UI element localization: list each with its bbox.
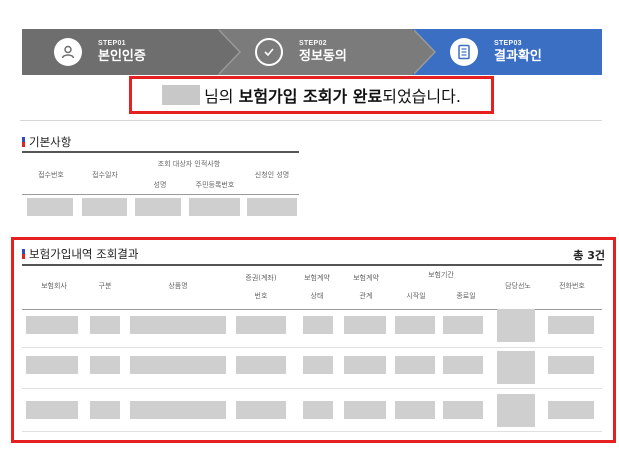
step-label: 결과확인 [494,48,542,64]
masked-cell [26,316,78,334]
masked-cell [189,198,240,216]
document-icon [450,38,478,66]
divider [20,120,602,121]
col-relation: 보험계약 [353,274,379,282]
masked-cell [395,356,435,374]
col-type: 구분 [98,282,112,290]
col-name: 성명 [153,181,167,189]
col-phone: 전화번호 [559,282,585,290]
section-title-text: 기본사항 [29,135,72,149]
col-id-no: 주민등록번호 [195,181,235,189]
masked-cell [130,316,226,334]
col-start-date: 시작일 [406,292,426,300]
person-icon [54,38,82,66]
col-policy-no-2: 번호 [254,292,268,300]
col-end-date: 종료일 [456,292,476,300]
col-status: 보험계약 [304,274,330,282]
col-receipt-date: 접수일자 [92,171,118,179]
headline-bold: 보험가입 조회가 완료 [238,87,383,106]
masked-cell [303,356,333,374]
result-count: 총 3건 [573,249,605,262]
masked-name [162,85,201,105]
step-number: STEP03 [494,39,522,47]
masked-cell [26,401,78,419]
masked-cell [497,309,535,342]
result-table-header: 보험회사 구분 상품명 증권(계좌) 번호 보험계약 상태 보험계약 관계 보험… [22,264,602,310]
row-divider [22,347,602,348]
completion-message: 님의 보험가입 조회가 완료되었습니다. [204,83,461,107]
step-label: 본인인증 [98,48,146,64]
masked-cell [247,198,297,216]
col-applicant: 신청인 성명 [254,171,290,179]
masked-cell [443,316,483,334]
masked-cell [497,394,535,427]
step-progress-bar: STEP01 본인인증 STEP02 정보동의 STEP03 결과확인 [22,29,602,75]
masked-cell [443,356,483,374]
row-divider [22,388,602,389]
col-policy-no: 증권(계좌) [245,274,277,282]
step-label: 정보동의 [299,48,347,64]
masked-cell [443,401,483,419]
masked-cell [90,356,120,374]
masked-cell [303,316,333,334]
masked-cell [90,401,120,419]
completion-message-box: 님의 보험가입 조회가 완료되었습니다. [129,76,494,114]
result-title: 보험가입내역 조회결과 [22,246,138,262]
col-company: 보험회사 [41,282,67,290]
masked-cell [548,316,594,334]
masked-cell [130,356,226,374]
headline-rest: 되었습니다. [382,87,461,106]
masked-cell [26,356,78,374]
masked-cell [90,316,120,334]
masked-cell [27,198,73,216]
check-circle-icon [255,38,283,66]
masked-cell [236,401,286,419]
headline-suffix: 님의 [204,87,234,106]
col-manager: 담당선노 [505,282,531,290]
row-divider [22,431,602,432]
step-3-active: STEP03 결과확인 [412,29,602,75]
step-number: STEP01 [98,39,126,47]
masked-cell [135,198,181,216]
step-1: STEP01 본인인증 [22,29,241,75]
flag-icon [22,249,25,259]
masked-cell [344,316,386,334]
masked-cell [236,316,286,334]
masked-cell [344,356,386,374]
flag-icon [22,137,25,147]
masked-cell [497,351,535,384]
step-2: STEP02 정보동의 [217,29,436,75]
masked-cell [395,316,435,334]
masked-cell [548,401,594,419]
col-receipt-no: 접수번호 [38,171,64,179]
masked-cell [395,401,435,419]
masked-cell [548,356,594,374]
section-title-text: 보험가입내역 조회결과 [29,247,139,261]
col-period: 보험기간 [428,271,454,279]
basic-info-title: 기본사항 [22,134,71,150]
basic-info-table: 접수번호 접수일자 조회 대상자 인적사항 성명 주민등록번호 신청인 성명 [22,151,299,195]
masked-cell [236,356,286,374]
col-product: 상품명 [168,282,188,290]
col-status-2: 상태 [310,292,324,300]
masked-cell [303,401,333,419]
col-target-group: 조회 대상자 인적사항 [157,160,221,168]
masked-cell [82,198,127,216]
table-header: 접수번호 접수일자 조회 대상자 인적사항 성명 주민등록번호 신청인 성명 [22,151,299,195]
masked-cell [130,401,226,419]
col-relation-2: 관계 [359,292,373,300]
step-number: STEP02 [299,39,327,47]
masked-cell [344,401,386,419]
